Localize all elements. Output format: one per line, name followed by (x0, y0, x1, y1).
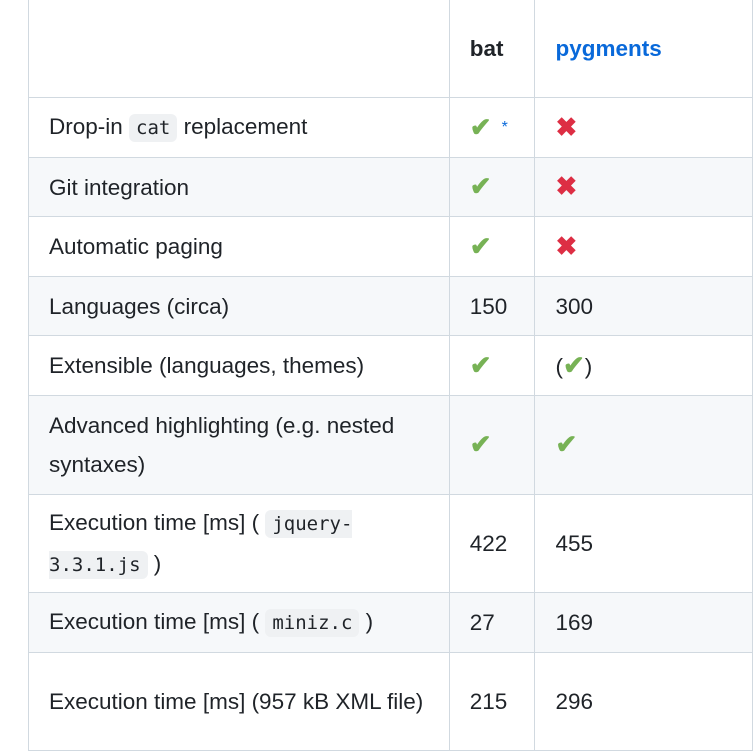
pygments-cell: (✔) (534, 335, 753, 396)
feature-text: Execution time [ms] ( (49, 509, 266, 535)
bat-cell: ✔ (448, 157, 536, 217)
table-row: Git integration ✔ ✖ (28, 157, 753, 217)
value-text: 422 (469, 531, 508, 556)
check-icon: ✔ (469, 111, 492, 142)
pygments-cell: 169 (534, 592, 753, 653)
feature-cell: Languages (circa) (28, 276, 450, 336)
feature-text: Advanced highlighting (e.g. nested synta… (49, 413, 395, 477)
header-row: bat pygments (28, 0, 753, 98)
bat-cell: ✔ (448, 216, 536, 277)
bat-cell: 215 (448, 652, 536, 751)
feature-cell: Drop-in cat replacement (28, 97, 450, 158)
bat-cell: 27 (448, 592, 536, 653)
feature-cell: Execution time [ms] ( miniz.c ) (28, 592, 450, 653)
table-row: Languages (circa) 150 300 (28, 276, 753, 336)
cross-icon: ✖ (555, 230, 578, 261)
table-row: Advanced highlighting (e.g. nested synta… (28, 395, 753, 495)
footnote-link[interactable]: * (502, 119, 508, 136)
check-icon: ✔ (469, 349, 492, 380)
header-feature (28, 0, 450, 98)
bat-cell: ✔ (448, 395, 536, 495)
bat-cell: 150 (448, 276, 536, 336)
feature-cell: Execution time [ms] (957 kB XML file) (28, 652, 450, 751)
table-row: Execution time [ms] ( miniz.c ) 27 169 (28, 592, 753, 653)
value-text: 169 (555, 610, 594, 635)
inline-code: cat (129, 114, 178, 142)
pygments-cell: ✖ (534, 216, 753, 277)
feature-text: replacement (177, 114, 308, 139)
value-text: 27 (469, 610, 495, 635)
feature-text: Git integration (49, 174, 190, 200)
feature-cell: Automatic paging (28, 216, 450, 277)
table-row: Automatic paging ✔ ✖ (28, 216, 753, 277)
bat-cell: 422 (448, 494, 536, 593)
feature-text: Automatic paging (49, 234, 223, 259)
table-row: Drop-in cat replacement ✔ * ✖ (28, 97, 753, 158)
comparison-table: bat pygments Drop-in cat replacement ✔ * ✖ G… (28, 0, 753, 751)
feature-text: Languages (circa) (49, 293, 230, 319)
inline-code: miniz.c (265, 609, 360, 637)
pygments-cell: 455 (534, 494, 753, 593)
check-icon: ✔ (469, 429, 492, 459)
feature-text: Execution time [ms] ( (49, 609, 266, 634)
value-text: 215 (469, 689, 508, 714)
cross-icon: ✖ (555, 111, 578, 142)
feature-text: Extensible (languages, themes) (49, 353, 365, 378)
check-icon: ✔ (469, 230, 492, 261)
feature-cell: Git integration (28, 157, 450, 217)
header-bat: bat (448, 0, 536, 98)
bat-cell: ✔ * (448, 97, 536, 158)
table-row: Extensible (languages, themes) ✔ (✔) (28, 335, 753, 396)
feature-text: Drop-in (49, 114, 130, 139)
value-text: 150 (469, 293, 508, 319)
feature-text: ) (147, 550, 162, 576)
value-text: 296 (555, 689, 594, 714)
table-row: Execution time [ms] ( jquery-3.3.1.js ) 4… (28, 494, 753, 593)
pygments-cell: ✖ (534, 157, 753, 217)
feature-cell: Advanced highlighting (e.g. nested synta… (28, 395, 450, 495)
pygments-cell: 300 (534, 276, 753, 336)
feature-text: ) (359, 609, 374, 634)
feature-cell: Extensible (languages, themes) (28, 335, 450, 396)
check-icon: ✔ (555, 429, 578, 459)
table-row: Execution time [ms] (957 kB XML file) 215… (28, 652, 753, 751)
check-icon: ✔ (469, 171, 492, 201)
pygments-cell: ✖ (534, 97, 753, 158)
header-pygments-link[interactable]: pygments (534, 0, 753, 98)
feature-cell: Execution time [ms] ( jquery-3.3.1.js ) (28, 494, 450, 593)
pygments-cell: ✔ (534, 395, 753, 495)
cross-icon: ✖ (555, 171, 578, 201)
check-icon: ✔ (562, 349, 585, 380)
pygments-cell: 296 (534, 652, 753, 751)
feature-text: Execution time [ms] (957 kB XML file) (49, 689, 424, 714)
value-text: 455 (555, 531, 594, 556)
value-text: 300 (555, 293, 594, 319)
bat-cell: ✔ (448, 335, 536, 396)
